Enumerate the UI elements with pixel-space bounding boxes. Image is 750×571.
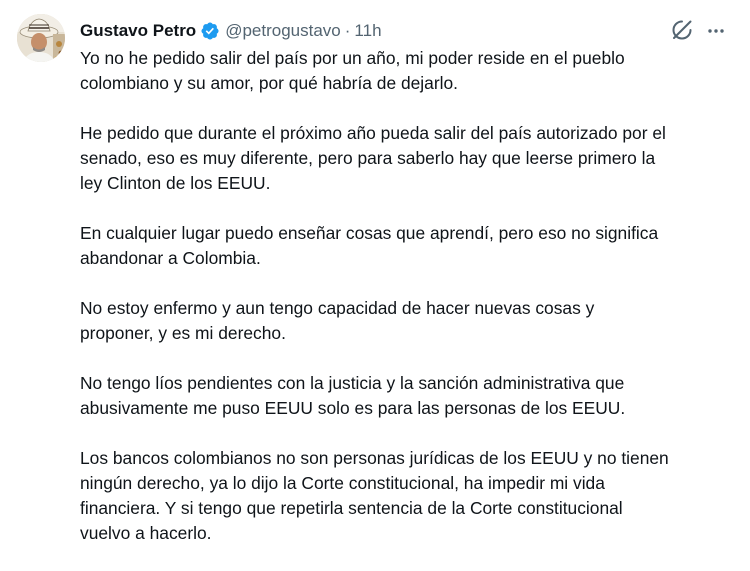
tweet-paragraph: Los bancos colombianos no son personas j… [80, 448, 669, 543]
separator-dot: · [344, 21, 351, 40]
tweet: Gustavo Petro @petrogustavo · 11h Yo no … [0, 0, 750, 554]
tweet-text: Yo no he pedido salir del país por un añ… [80, 46, 740, 571]
tweet-paragraph: En cualquier lugar puedo enseñar cosas q… [80, 223, 659, 268]
avatar-image [17, 14, 65, 62]
more-options-icon[interactable] [704, 20, 728, 42]
author-name[interactable]: Gustavo Petro [80, 21, 196, 41]
tweet-header: Gustavo Petro @petrogustavo · 11h [80, 18, 382, 44]
grok-icon[interactable] [669, 17, 695, 43]
author-handle[interactable]: @petrogustavo [225, 21, 341, 41]
tweet-paragraph: No estoy enfermo y aun tengo capacidad d… [80, 298, 595, 343]
tweet-paragraph: He pedido que durante el próximo año pue… [80, 123, 666, 193]
verified-badge-icon [200, 21, 220, 41]
timestamp[interactable]: 11h [354, 21, 381, 41]
tweet-paragraph: Yo no he pedido salir del país por un añ… [80, 48, 625, 93]
tweet-paragraph: No tengo líos pendientes con la justicia… [80, 373, 626, 418]
avatar[interactable] [17, 14, 65, 62]
